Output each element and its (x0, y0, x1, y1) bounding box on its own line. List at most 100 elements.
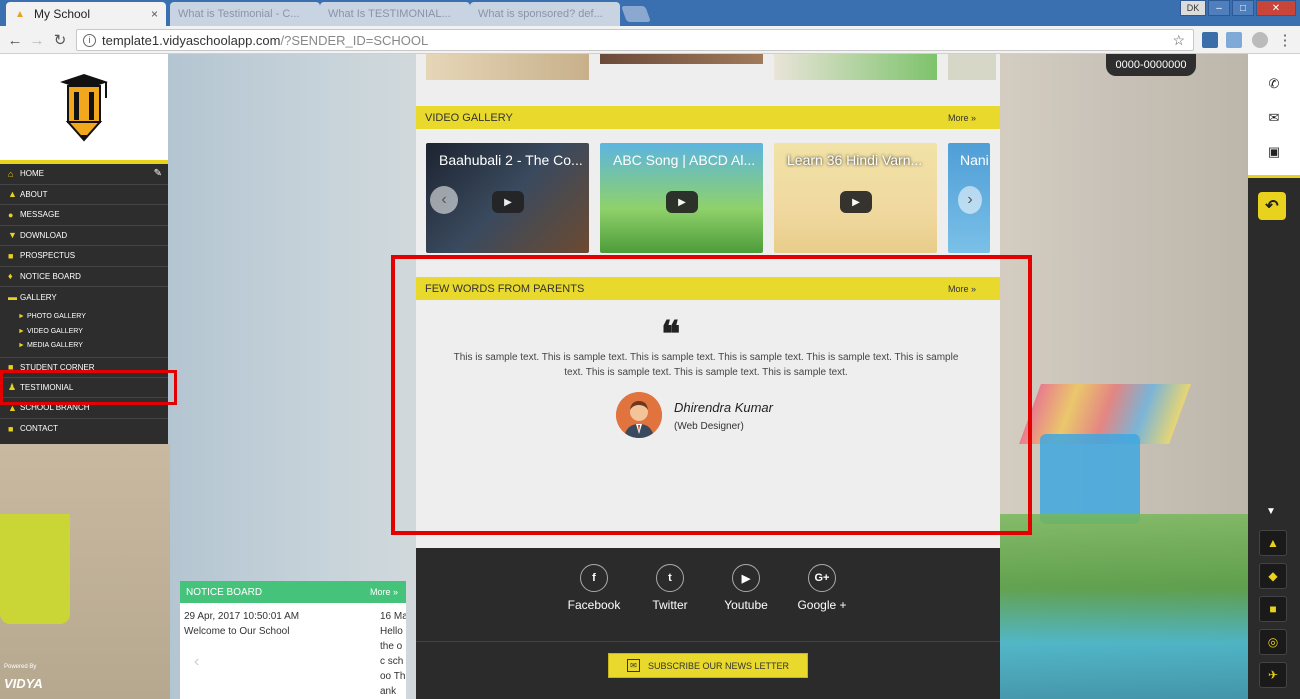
play-icon[interactable]: ▶ (492, 191, 524, 213)
sidebar-item-download[interactable]: ▼ DOWNLOAD (0, 226, 168, 246)
window-controls: DK – □ ✕ (1180, 0, 1296, 18)
sidebar-item-label: DOWNLOAD (20, 230, 68, 240)
bell-icon[interactable]: ▲ (1259, 530, 1287, 556)
bus-icon[interactable]: ▣ (1262, 140, 1286, 164)
google-plus-icon: G+ (808, 564, 836, 592)
tab-inactive-1[interactable]: What is Testimonial - C... (170, 2, 320, 26)
chevron-down-icon[interactable]: ▼ (1266, 506, 1276, 517)
maximize-button[interactable]: □ (1232, 0, 1254, 16)
reload-icon[interactable]: ↻ (51, 31, 69, 49)
social-youtube[interactable]: ▶ Youtube (711, 564, 781, 612)
close-window-button[interactable]: ✕ (1256, 0, 1296, 16)
page: ⌂ HOME ✎ ▲ ABOUT ● MESSAGE ▼ DOWNLOAD ■ … (0, 54, 1300, 699)
sidebar-item-about[interactable]: ▲ ABOUT (0, 185, 168, 205)
sidebar-item-contact[interactable]: ■ CONTACT (0, 419, 168, 440)
background-photo (1000, 514, 1250, 699)
sidebar-item-label: MESSAGE (20, 210, 60, 220)
chevron-right-icon[interactable]: › (958, 186, 982, 214)
right-sidebar: ✆ ✉ ▣ ↶ ▼ ▲ ◆ ■ ◎ ✈ (1248, 54, 1300, 699)
minimize-button[interactable]: – (1208, 0, 1230, 16)
facebook-icon: f (580, 564, 608, 592)
sidebar-item-prospectus[interactable]: ■ PROSPECTUS (0, 246, 168, 267)
tab-title: What Is TESTIMONIAL... (328, 8, 451, 20)
social-twitter[interactable]: t Twitter (635, 564, 705, 612)
extension-icon[interactable] (1252, 32, 1268, 48)
extension-icon[interactable] (1226, 32, 1242, 48)
tab-my-school[interactable]: ▲ My School × (6, 2, 166, 26)
back-arrow-icon[interactable]: ↶ (1258, 192, 1286, 220)
back-icon[interactable]: ← (6, 31, 24, 49)
gallery-thumbnail[interactable] (774, 54, 937, 80)
url-input[interactable]: i template1.vidyaschoolapp.com/?SENDER_I… (76, 29, 1194, 51)
menu-icon[interactable]: ⋮ (1276, 31, 1294, 49)
new-tab-button[interactable] (621, 6, 651, 22)
sidebar-item-label: CONTACT (20, 424, 59, 434)
subscribe-button[interactable]: ✉ SUBSCRIBE OUR NEWS LETTER (608, 653, 808, 678)
notice-item[interactable]: 29 Apr, 2017 10:50:01 AM Welcome to Our … (184, 609, 374, 639)
more-link[interactable]: More » (370, 587, 398, 597)
gallery-thumbnail[interactable] (426, 54, 589, 80)
microphone-icon: ● (8, 209, 14, 220)
tab-title: What is Testimonial - C... (178, 8, 300, 20)
phone-icon[interactable]: ✆ (1262, 72, 1286, 96)
video-thumbnail[interactable]: ABC Song | ABCD Al... ▶ (600, 143, 763, 253)
sidebar-item-notice-board[interactable]: ♦ NOTICE BOARD (0, 267, 168, 287)
browser-tabbar: ▲ My School × What is Testimonial - C...… (0, 0, 1300, 26)
bookmark-star-icon[interactable]: ☆ (1172, 32, 1185, 49)
chevron-right-icon: ► (18, 313, 25, 321)
sidebar-subitem-video-gallery[interactable]: ► VIDEO GALLERY (0, 324, 168, 339)
sidebar-item-gallery[interactable]: ▬ GALLERY (0, 287, 168, 308)
url-host: template1.vidyaschoolapp.com (102, 32, 281, 48)
sidebar-item-label: VIDEO GALLERY (27, 327, 83, 335)
play-icon[interactable]: ▶ (840, 191, 872, 213)
sidebar-item-label: HOME (20, 169, 44, 179)
extension-icon[interactable] (1202, 32, 1218, 48)
video-thumbnail[interactable]: Learn 36 Hindi Varn... ▶ (774, 143, 937, 253)
play-icon[interactable]: ▶ (666, 191, 698, 213)
social-label: Google + (797, 598, 847, 612)
close-tab-icon[interactable]: × (151, 7, 158, 21)
graduation-cap-icon[interactable]: ◆ (1259, 563, 1287, 589)
youtube-icon: ▶ (732, 564, 760, 592)
gallery-thumbnail[interactable] (948, 54, 996, 80)
gallery-thumbnail[interactable] (600, 54, 763, 64)
chevron-right-icon: ► (18, 327, 25, 335)
contact-icons-panel: ✆ ✉ ▣ (1248, 54, 1300, 178)
video-carousel: Baahubali 2 - The Co... ▶ ABC Song | ABC… (426, 143, 990, 253)
tab-inactive-3[interactable]: What is sponsored? def... (470, 2, 620, 26)
plane-icon[interactable]: ✈ (1259, 662, 1287, 688)
pencil-icon[interactable]: ✎ (154, 168, 162, 179)
notice-board-header: NOTICE BOARD More » (180, 581, 406, 603)
logo-graduation-pencil-icon (60, 74, 108, 142)
phone-book-icon: ■ (8, 423, 14, 434)
phone-number-badge[interactable]: 0000-0000000 (1106, 54, 1196, 76)
sidebar-item-message[interactable]: ● MESSAGE (0, 205, 168, 226)
social-label: Twitter (652, 598, 688, 612)
profile-button[interactable]: DK (1180, 0, 1206, 16)
notice-text: Hello the oc schoo Thank (380, 626, 406, 697)
social-label: Facebook (567, 598, 621, 612)
more-link[interactable]: More » (948, 113, 976, 123)
section-title: VIDEO GALLERY (425, 111, 513, 124)
info-icon[interactable]: i (83, 33, 96, 47)
sidebar-item-label: PHOTO GALLERY (27, 313, 86, 321)
social-google-plus[interactable]: G+ Google + (787, 564, 857, 612)
book-icon[interactable]: ■ (1259, 596, 1287, 622)
chevron-left-icon[interactable]: ‹ (430, 186, 458, 214)
sidebar-subitem-photo-gallery[interactable]: ► PHOTO GALLERY (0, 310, 168, 325)
video-title: ABC Song | ABCD Al... (613, 152, 756, 168)
sidebar-item-label: ABOUT (20, 189, 48, 199)
school-logo[interactable] (0, 54, 168, 164)
sidebar-subitem-media-gallery[interactable]: ► MEDIA GALLERY (0, 339, 168, 354)
notice-item[interactable]: 16 Ma Hello the oc schoo Thank (380, 609, 406, 699)
sidebar-item-label: NOTICE BOARD (20, 271, 81, 281)
sidebar-item-label: MEDIA GALLERY (27, 342, 83, 350)
target-icon[interactable]: ◎ (1259, 629, 1287, 655)
tab-inactive-2[interactable]: What Is TESTIMONIAL... (320, 2, 470, 26)
mail-icon[interactable]: ✉ (1262, 106, 1286, 130)
chevron-left-icon[interactable]: ‹ (194, 653, 199, 671)
sidebar-item-home[interactable]: ⌂ HOME ✎ (0, 164, 168, 185)
social-facebook[interactable]: f Facebook (559, 564, 629, 612)
forward-icon[interactable]: → (28, 31, 46, 49)
vidya-logo[interactable]: VIDYA (4, 676, 43, 691)
